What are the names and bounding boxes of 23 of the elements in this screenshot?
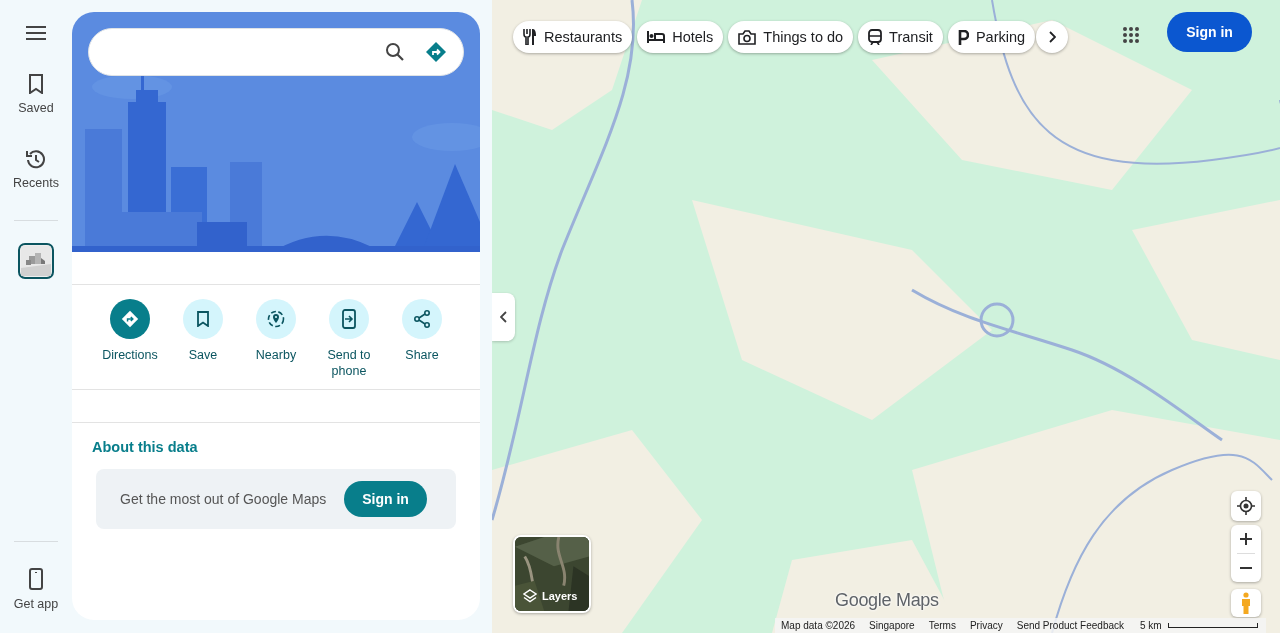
recent-place-thumbnail[interactable]: [18, 243, 54, 279]
directions-icon: [121, 310, 139, 328]
search-field[interactable]: [88, 28, 464, 76]
action-button[interactable]: Share: [388, 299, 456, 379]
bookmark-icon: [197, 311, 209, 327]
share-icon: [414, 310, 430, 328]
menu-icon: [26, 26, 46, 40]
directions-icon[interactable]: [425, 41, 447, 63]
get-app-button[interactable]: Get app: [13, 564, 59, 615]
action-button[interactable]: Directions: [96, 299, 164, 379]
action-button[interactable]: Nearby: [242, 299, 310, 379]
search-icon[interactable]: [385, 42, 405, 62]
action-button[interactable]: Save: [169, 299, 237, 379]
phone-icon: [29, 568, 43, 590]
section-heading: About this data: [92, 439, 199, 455]
location-radar-icon: [267, 310, 285, 328]
bookmark-icon: [28, 74, 44, 94]
history-icon: [26, 149, 46, 169]
rail-item[interactable]: Recents: [13, 145, 59, 194]
rail-item[interactable]: Saved: [18, 70, 54, 119]
action-button[interactable]: Send to phone: [315, 299, 383, 379]
sign-in-button[interactable]: Sign in: [344, 481, 427, 517]
promo-text: Get the most out of Google Maps: [120, 491, 327, 507]
